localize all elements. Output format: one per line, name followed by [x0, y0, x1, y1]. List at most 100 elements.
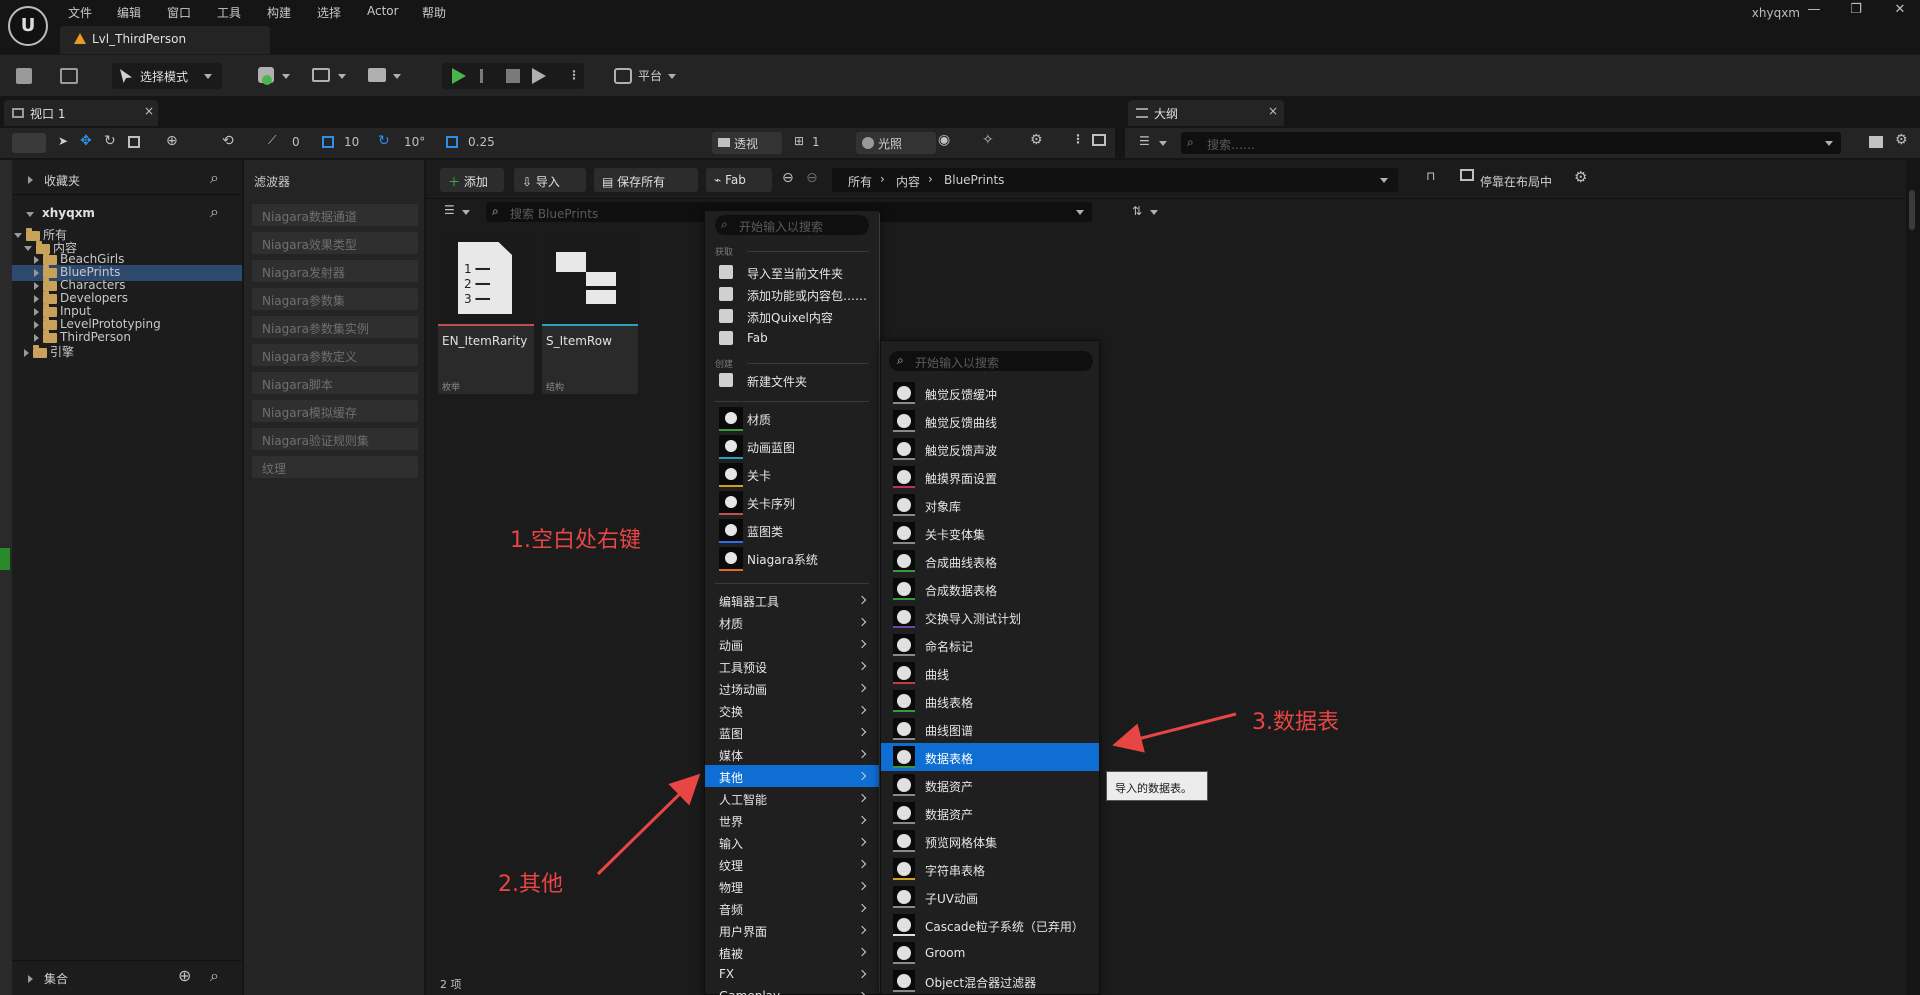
submenu-item[interactable]: 关卡变体集	[881, 519, 1099, 547]
perspective-dropdown[interactable]: 透视	[712, 132, 782, 154]
get-item[interactable]: 添加功能或内容包……	[705, 283, 879, 305]
menu-tools[interactable]: 工具	[217, 4, 241, 21]
content-browser-icon[interactable]	[60, 68, 78, 84]
create-item[interactable]: 蓝图类	[705, 517, 879, 545]
settings-icon[interactable]: ⚙	[1574, 168, 1587, 186]
close-icon[interactable]: ×	[1268, 104, 1278, 118]
get-item[interactable]: 导入至当前文件夹	[705, 261, 879, 283]
category-item[interactable]: 动画	[705, 633, 879, 655]
outliner-search-input[interactable]: ⌕ 搜索……	[1181, 132, 1841, 154]
category-item[interactable]: 植被	[705, 941, 879, 963]
sort-icon[interactable]: ⇅	[1132, 204, 1142, 218]
expand-icon[interactable]	[34, 307, 39, 316]
category-item[interactable]: 工具预设	[705, 655, 879, 677]
restore-icon[interactable]: ❐	[1842, 2, 1870, 20]
breadcrumb-item[interactable]: BluePrints	[944, 173, 1004, 187]
import-button[interactable]: ⇩ 导入	[514, 168, 586, 192]
submenu-item[interactable]: 曲线表格	[881, 687, 1099, 715]
tab-viewport[interactable]: 视口 1 ×	[4, 100, 158, 126]
filter-item[interactable]: Niagara脚本	[252, 372, 418, 394]
submenu-item[interactable]: Cascade粒子系统（已弃用）	[881, 911, 1099, 939]
chevron-down-icon[interactable]	[338, 74, 346, 79]
more-icon[interactable]: ⋮	[1072, 132, 1084, 146]
submenu-item[interactable]: 命名标记	[881, 631, 1099, 659]
menu-help[interactable]: 帮助	[422, 4, 446, 21]
filter-item[interactable]: 纹理	[252, 456, 418, 478]
category-item[interactable]: 交换	[705, 699, 879, 721]
world-icon[interactable]: ⊕	[166, 133, 178, 149]
launch-icon[interactable]	[532, 68, 546, 84]
category-item[interactable]: 世界	[705, 809, 879, 831]
submenu-item[interactable]: 字符串表格	[881, 855, 1099, 883]
context-search-input[interactable]: ⌕ 开始输入以搜索	[715, 215, 869, 235]
submenu-item[interactable]: 曲线	[881, 659, 1099, 687]
submenu-item[interactable]: 对象库	[881, 491, 1099, 519]
search-icon[interactable]: ⌕	[210, 168, 219, 188]
save-icon[interactable]	[16, 68, 32, 84]
submenu-item[interactable]: 预览网格体集	[881, 827, 1099, 855]
settings-icon[interactable]: ⚙	[1895, 132, 1908, 148]
grid-value[interactable]: 10	[344, 135, 359, 149]
create-item[interactable]: Niagara系统	[705, 545, 879, 573]
submenu-item[interactable]: 子UV动画	[881, 883, 1099, 911]
fab-button[interactable]: ⌁ Fab	[706, 168, 772, 192]
mode-select-button[interactable]: 选择模式	[112, 63, 222, 89]
search-icon[interactable]: ⌕	[210, 202, 219, 222]
cinematics-icon[interactable]	[368, 68, 386, 82]
project-label[interactable]: xhyqxm	[42, 206, 95, 220]
category-item[interactable]: 媒体	[705, 743, 879, 765]
expand-icon[interactable]	[34, 333, 39, 342]
search-icon[interactable]: ⌕	[210, 966, 219, 986]
scale-icon[interactable]	[128, 136, 140, 148]
move-icon[interactable]: ✥	[80, 133, 92, 149]
save-all-button[interactable]: ▤ 保存所有	[594, 168, 698, 192]
category-item[interactable]: FX	[705, 963, 879, 985]
snap-rotate-icon[interactable]: ⟋	[268, 133, 276, 148]
expand-icon[interactable]	[34, 294, 39, 303]
filter-item[interactable]: Niagara数据通道	[252, 204, 418, 226]
category-item[interactable]: 编辑器工具	[705, 589, 879, 611]
right-scrollbar[interactable]	[1906, 160, 1920, 995]
category-item[interactable]: 输入	[705, 831, 879, 853]
step-icon[interactable]	[480, 69, 494, 83]
menu-window[interactable]: 窗口	[167, 4, 191, 21]
create-item[interactable]: 材质	[705, 405, 879, 433]
filter-item[interactable]: Niagara验证规则集	[252, 428, 418, 450]
category-item[interactable]: 物理	[705, 875, 879, 897]
category-item[interactable]: Gameplay	[705, 985, 879, 995]
dock-icon[interactable]	[1460, 169, 1474, 181]
asset-tile[interactable]: 1 ━━ 2 ━━ 3 ━━ EN_ItemRarity 枚举	[438, 232, 534, 394]
category-item[interactable]: 人工智能	[705, 787, 879, 809]
angle-value[interactable]: 10°	[404, 135, 425, 149]
filter-item[interactable]: Niagara模拟缓存	[252, 400, 418, 422]
get-item[interactable]: Fab	[705, 327, 879, 349]
level-icon[interactable]: ⊞	[794, 134, 804, 148]
close-icon[interactable]: ×	[144, 104, 154, 118]
breadcrumb-item[interactable]: 所有	[848, 173, 872, 190]
filter-item[interactable]: Niagara参数集实例	[252, 316, 418, 338]
category-item[interactable]: 其他	[705, 765, 879, 787]
menu-edit[interactable]: 编辑	[117, 4, 141, 21]
submenu-item[interactable]: Groom	[881, 939, 1099, 967]
expand-icon[interactable]	[34, 255, 39, 264]
expand-icon[interactable]	[34, 320, 39, 329]
category-item[interactable]: 蓝图	[705, 721, 879, 743]
submenu-item[interactable]: 触觉反馈曲线	[881, 407, 1099, 435]
new-folder-item[interactable]: 新建文件夹	[705, 369, 879, 391]
menu-build[interactable]: 构建	[267, 4, 291, 21]
collapse-icon[interactable]	[26, 212, 34, 217]
favorites-label[interactable]: 收藏夹	[44, 172, 80, 189]
rotate-icon[interactable]: ↻	[104, 133, 116, 149]
filter-icon[interactable]: ☰	[444, 203, 455, 217]
unreal-logo-icon[interactable]: U	[8, 6, 48, 46]
asset-tile[interactable]: S_ItemRow 结构	[542, 232, 638, 394]
close-icon[interactable]: ✕	[1886, 2, 1914, 20]
breadcrumb-item[interactable]: 内容	[896, 173, 920, 190]
submenu-item[interactable]: 数据资产	[881, 799, 1099, 827]
scale-snap-icon[interactable]	[446, 136, 458, 148]
chevron-down-icon[interactable]	[393, 74, 401, 79]
chevron-down-icon[interactable]	[1159, 141, 1167, 146]
submenu-item[interactable]: 数据表格	[881, 743, 1099, 771]
scroll-thumb[interactable]	[1909, 190, 1915, 230]
submenu-search-input[interactable]: ⌕ 开始输入以搜索	[889, 351, 1093, 371]
